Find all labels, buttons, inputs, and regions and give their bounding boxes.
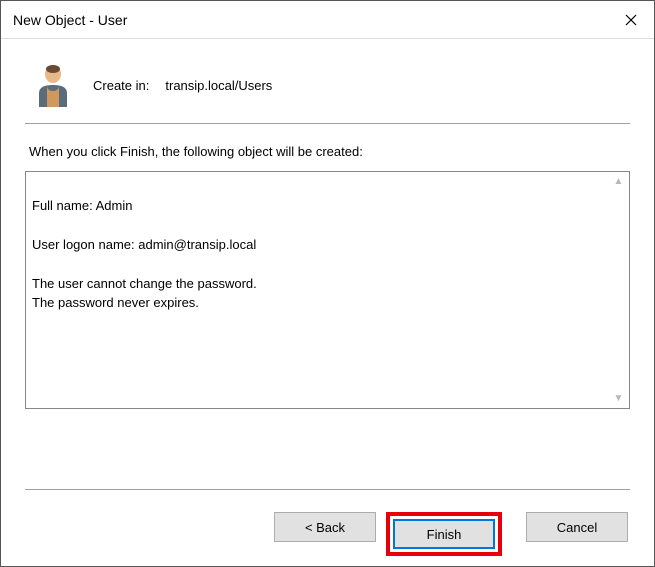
create-in-text: Create in: transip.local/Users [93,78,272,93]
close-button[interactable] [608,1,654,39]
button-row: < Back Finish Cancel [25,512,630,556]
dialog-window: New Object - User Create in: transip.loc… [0,0,655,567]
finish-button[interactable]: Finish [393,519,495,549]
cancel-button[interactable]: Cancel [526,512,628,542]
dialog-content: Create in: transip.local/Users When you … [1,39,654,566]
create-in-row: Create in: transip.local/Users [25,57,630,123]
footer-divider [25,489,630,490]
create-in-path: transip.local/Users [165,78,272,93]
create-in-label: Create in: [93,78,149,93]
back-button[interactable]: < Back [274,512,376,542]
header-divider [25,123,630,124]
close-icon [625,14,637,26]
instruction-text: When you click Finish, the following obj… [29,144,630,159]
finish-highlight: Finish [386,512,502,556]
summary-textbox[interactable]: Full name: Admin User logon name: admin@… [25,171,630,409]
window-title: New Object - User [13,12,608,28]
scroll-up-icon[interactable]: ▲ [610,173,627,190]
user-icon [33,63,73,107]
titlebar: New Object - User [1,1,654,39]
summary-content: Full name: Admin User logon name: admin@… [32,196,623,313]
dialog-footer: < Back Finish Cancel [25,471,630,556]
scroll-down-icon[interactable]: ▼ [610,390,627,407]
